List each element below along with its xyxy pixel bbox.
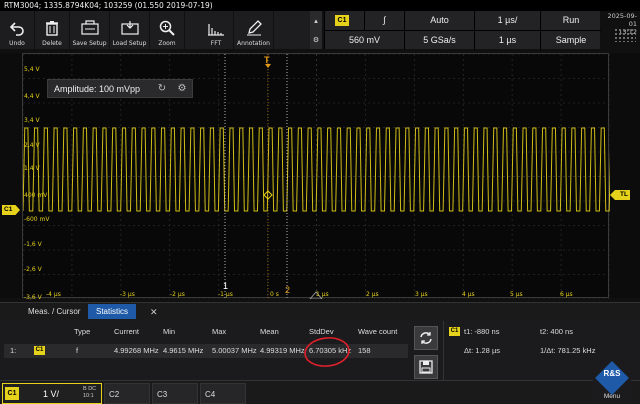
y-axis-label: 400 mV [24, 192, 48, 199]
cursor-2-label: 2 [285, 285, 290, 295]
zoom-icon [159, 18, 175, 38]
save-icon [419, 360, 433, 374]
amplitude-text: Amplitude: 100 mVpp [54, 83, 141, 94]
c1-tag: C1 [5, 387, 19, 400]
x-axis-label: 1 µs [316, 291, 329, 298]
menu-label: Menu [603, 393, 621, 400]
y-axis-label: 4,4 V [24, 93, 40, 100]
x-axis-label: -4 µs [46, 291, 61, 298]
amplitude-box[interactable]: Amplitude: 100 mVpp ↻ ⚙ [47, 79, 193, 98]
cursor-channel-badge: C1 [449, 327, 460, 336]
undo-icon [9, 18, 25, 38]
cursor-t1: t1: -880 ns [464, 327, 500, 336]
y-axis-label: 5,4 V [24, 66, 40, 73]
left-marker-strip [0, 53, 22, 298]
trigger-mode-cell[interactable]: Auto [405, 11, 475, 30]
refresh-icon[interactable]: ↻ [152, 79, 172, 98]
x-axis-label: 2 µs [366, 291, 379, 298]
acq-mode-cell[interactable]: Sample [541, 31, 601, 50]
save-statistics-button[interactable] [414, 355, 438, 379]
c1-coupling: B DC [83, 386, 97, 392]
load-setup-icon [120, 18, 139, 38]
x-axis-label: -2 µs [170, 291, 185, 298]
chevron-up-icon: ▴ [314, 17, 318, 25]
x-axis-label: 5 µs [510, 291, 523, 298]
sample-rate-cell[interactable]: 5 GSa/s [405, 31, 475, 50]
right-marker-strip [609, 53, 640, 298]
x-axis-label: 6 µs [560, 291, 573, 298]
y-axis-label: 1,4 V [24, 165, 40, 172]
menu-button[interactable]: R&S Menu [593, 361, 631, 403]
zoom-button[interactable]: Zoom [150, 11, 185, 49]
save-setup-icon [80, 18, 99, 38]
cursor-inverse-delta-t: 1/Δt: 781.25 kHz [540, 346, 596, 355]
date-text: 2025-09-01 [607, 12, 637, 28]
c1-settings: B DC 10:1 [83, 386, 96, 400]
channel-c2-button[interactable]: C2 [104, 383, 150, 404]
c1-probe: 10:1 [83, 393, 94, 399]
save-setup-button[interactable]: Save Setup [70, 11, 110, 49]
cursor-delta-t: Δt: 1.28 µs [464, 346, 501, 355]
load-setup-button[interactable]: Load Setup [110, 11, 150, 49]
y-axis-label: -600 mV [24, 216, 50, 223]
trigger-level-cell[interactable]: 560 mV [325, 31, 405, 50]
c1-scale: 1 V/ [43, 389, 60, 399]
rs-logo-icon [595, 361, 629, 395]
datetime: 2025-09-01 13:12 [602, 11, 640, 49]
x-axis-label: -1 µs [218, 291, 233, 298]
trigger-arrow-icon [265, 64, 271, 68]
reset-statistics-button[interactable] [414, 326, 438, 350]
gear-icon[interactable]: ⚙ [172, 79, 192, 98]
tab-meas-cursor[interactable]: Meas. / Cursor [20, 304, 88, 320]
close-icon[interactable]: ✕ [150, 304, 158, 320]
y-axis-label: -3,6 V [24, 294, 42, 301]
results-tabs: Meas. / Cursor Statistics ✕ [0, 302, 640, 320]
undo-button[interactable]: Undo [0, 11, 35, 49]
x-axis-label: -3 µs [120, 291, 135, 298]
channel-bar: C1 1 V/ B DC 10:1 C2 C3 C4 [0, 380, 640, 404]
tab-statistics[interactable]: Statistics [88, 304, 137, 320]
stddev-highlight-circle [304, 337, 350, 367]
delete-button[interactable]: Delete [35, 11, 70, 49]
trash-icon [45, 18, 59, 38]
y-axis-label: 2,4 V [24, 142, 40, 149]
cursor-t2: t2: 400 ns [540, 327, 573, 336]
x-axis-label: 0 s [270, 291, 279, 298]
toolbar: Undo Delete Save Setup Load Setup Zoom F… [0, 11, 310, 49]
trigger-slope-cell[interactable]: ∫ [365, 11, 405, 30]
channel-c3-button[interactable]: C3 [152, 383, 198, 404]
reset-icon [420, 332, 432, 344]
y-axis-label: 3,4 V [24, 117, 40, 124]
record-time-cell[interactable]: 1 µs [475, 31, 541, 50]
cursor-1-label: 1 [223, 281, 228, 291]
x-axis-label: 4 µs [462, 291, 475, 298]
channel-c4-button[interactable]: C4 [200, 383, 246, 404]
trigger-channel-badge: C1 [335, 15, 349, 26]
y-axis-label: -2,6 V [24, 266, 42, 273]
y-axis-label: -1,6 V [24, 241, 42, 248]
trigger-source-cell[interactable]: C1 [325, 11, 365, 30]
acquisition-panel: C1 ∫ Auto 1 µs/ Run 560 mV 5 GSa/s 1 µs … [324, 11, 601, 50]
fft-button[interactable]: FFT [199, 11, 234, 49]
x-axis-label: 3 µs [415, 291, 428, 298]
grid-dots-icon [614, 28, 636, 42]
gear-icon: ⚙ [312, 36, 320, 44]
oscilloscope-app: RTM3004; 1335.8794K04; 103259 (01.550 20… [0, 0, 640, 404]
toolbar-more-button[interactable]: ▴ ⚙ [310, 11, 322, 49]
channel-c1-button[interactable]: C1 1 V/ B DC 10:1 [2, 383, 102, 404]
annotation-button[interactable]: Annotation [234, 11, 274, 49]
timebase-cell[interactable]: 1 µs/ [475, 11, 541, 30]
instrument-title: RTM3004; 1335.8794K04; 103259 (01.550 20… [0, 0, 640, 11]
run-stop-cell[interactable]: Run [541, 11, 601, 30]
trigger-position-marker: T [264, 55, 270, 65]
annotation-icon [246, 18, 262, 38]
fft-icon [207, 18, 225, 38]
